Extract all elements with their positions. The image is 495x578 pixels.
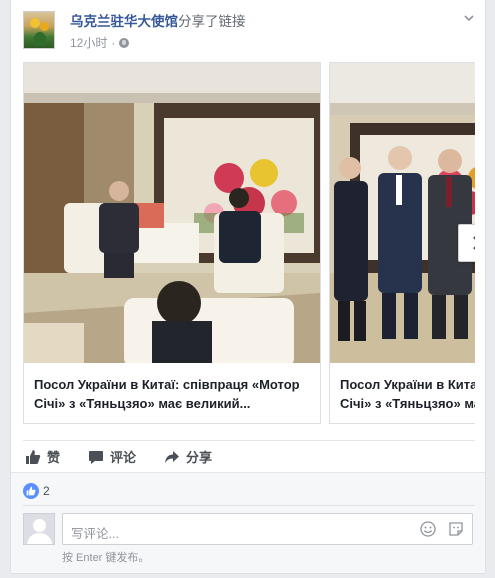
user-avatar xyxy=(23,513,55,545)
thumbs-up-icon xyxy=(26,449,41,464)
comment-button[interactable]: 评论 xyxy=(88,447,136,466)
like-label: 赞 xyxy=(47,450,61,465)
comment-input[interactable]: 写评论... xyxy=(62,513,473,545)
reaction-summary[interactable]: 2 xyxy=(23,483,50,499)
comment-hint: 按 Enter 键发布。 xyxy=(62,552,150,564)
post-action-text: 分享了链接 xyxy=(178,14,246,29)
link-carousel: Посол України в Китаї: співпраця «Мотор … xyxy=(23,62,475,426)
post-actions-bar: 赞 评论 分享 xyxy=(23,440,475,472)
group-photo[interactable] xyxy=(330,63,475,363)
comment-label: 评论 xyxy=(110,450,137,465)
post-header-line: 乌克兰驻华大使馆分享了链接 xyxy=(70,13,246,30)
post-meta: 12小时 · xyxy=(70,34,130,51)
feedback-section: 2 写评论... 按 Enter 键发布。 xyxy=(11,472,485,573)
chevron-down-icon[interactable] xyxy=(463,12,475,24)
sticker-icon[interactable] xyxy=(448,521,464,540)
like-reaction-icon xyxy=(23,483,39,499)
post-timestamp[interactable]: 12小时 xyxy=(70,34,107,51)
meta-separator: · xyxy=(111,35,116,50)
carousel-next-button[interactable] xyxy=(458,224,475,262)
comment-icon xyxy=(89,450,104,464)
feed-post-card: 乌克兰驻华大使馆分享了链接 12小时 · Посол України в Кит… xyxy=(10,0,486,574)
comment-placeholder: 写评论... xyxy=(71,527,119,541)
page-name-link[interactable]: 乌克兰驻华大使馆 xyxy=(70,14,178,29)
carousel-slide[interactable]: Посол України в Китаї: Січі» з «Тяньцзяо… xyxy=(329,62,475,424)
slide-caption[interactable]: Посол України в Китаї: співпраця «Мотор … xyxy=(34,375,314,413)
reaction-count[interactable]: 2 xyxy=(43,484,50,498)
carousel-slide[interactable]: Посол України в Китаї: співпраця «Мотор … xyxy=(23,62,321,424)
meeting-photo[interactable] xyxy=(24,63,320,363)
share-label: 分享 xyxy=(186,450,213,465)
like-button[interactable]: 赞 xyxy=(25,447,60,466)
share-icon xyxy=(165,450,180,463)
page-avatar[interactable] xyxy=(23,11,55,49)
emoji-icon[interactable] xyxy=(420,521,436,540)
share-button[interactable]: 分享 xyxy=(164,447,212,466)
slide-caption[interactable]: Посол України в Китаї: Січі» з «Тяньцзяо… xyxy=(340,375,475,413)
next-arrow-icon xyxy=(473,236,475,250)
globe-icon[interactable] xyxy=(119,37,130,48)
divider xyxy=(23,505,475,506)
